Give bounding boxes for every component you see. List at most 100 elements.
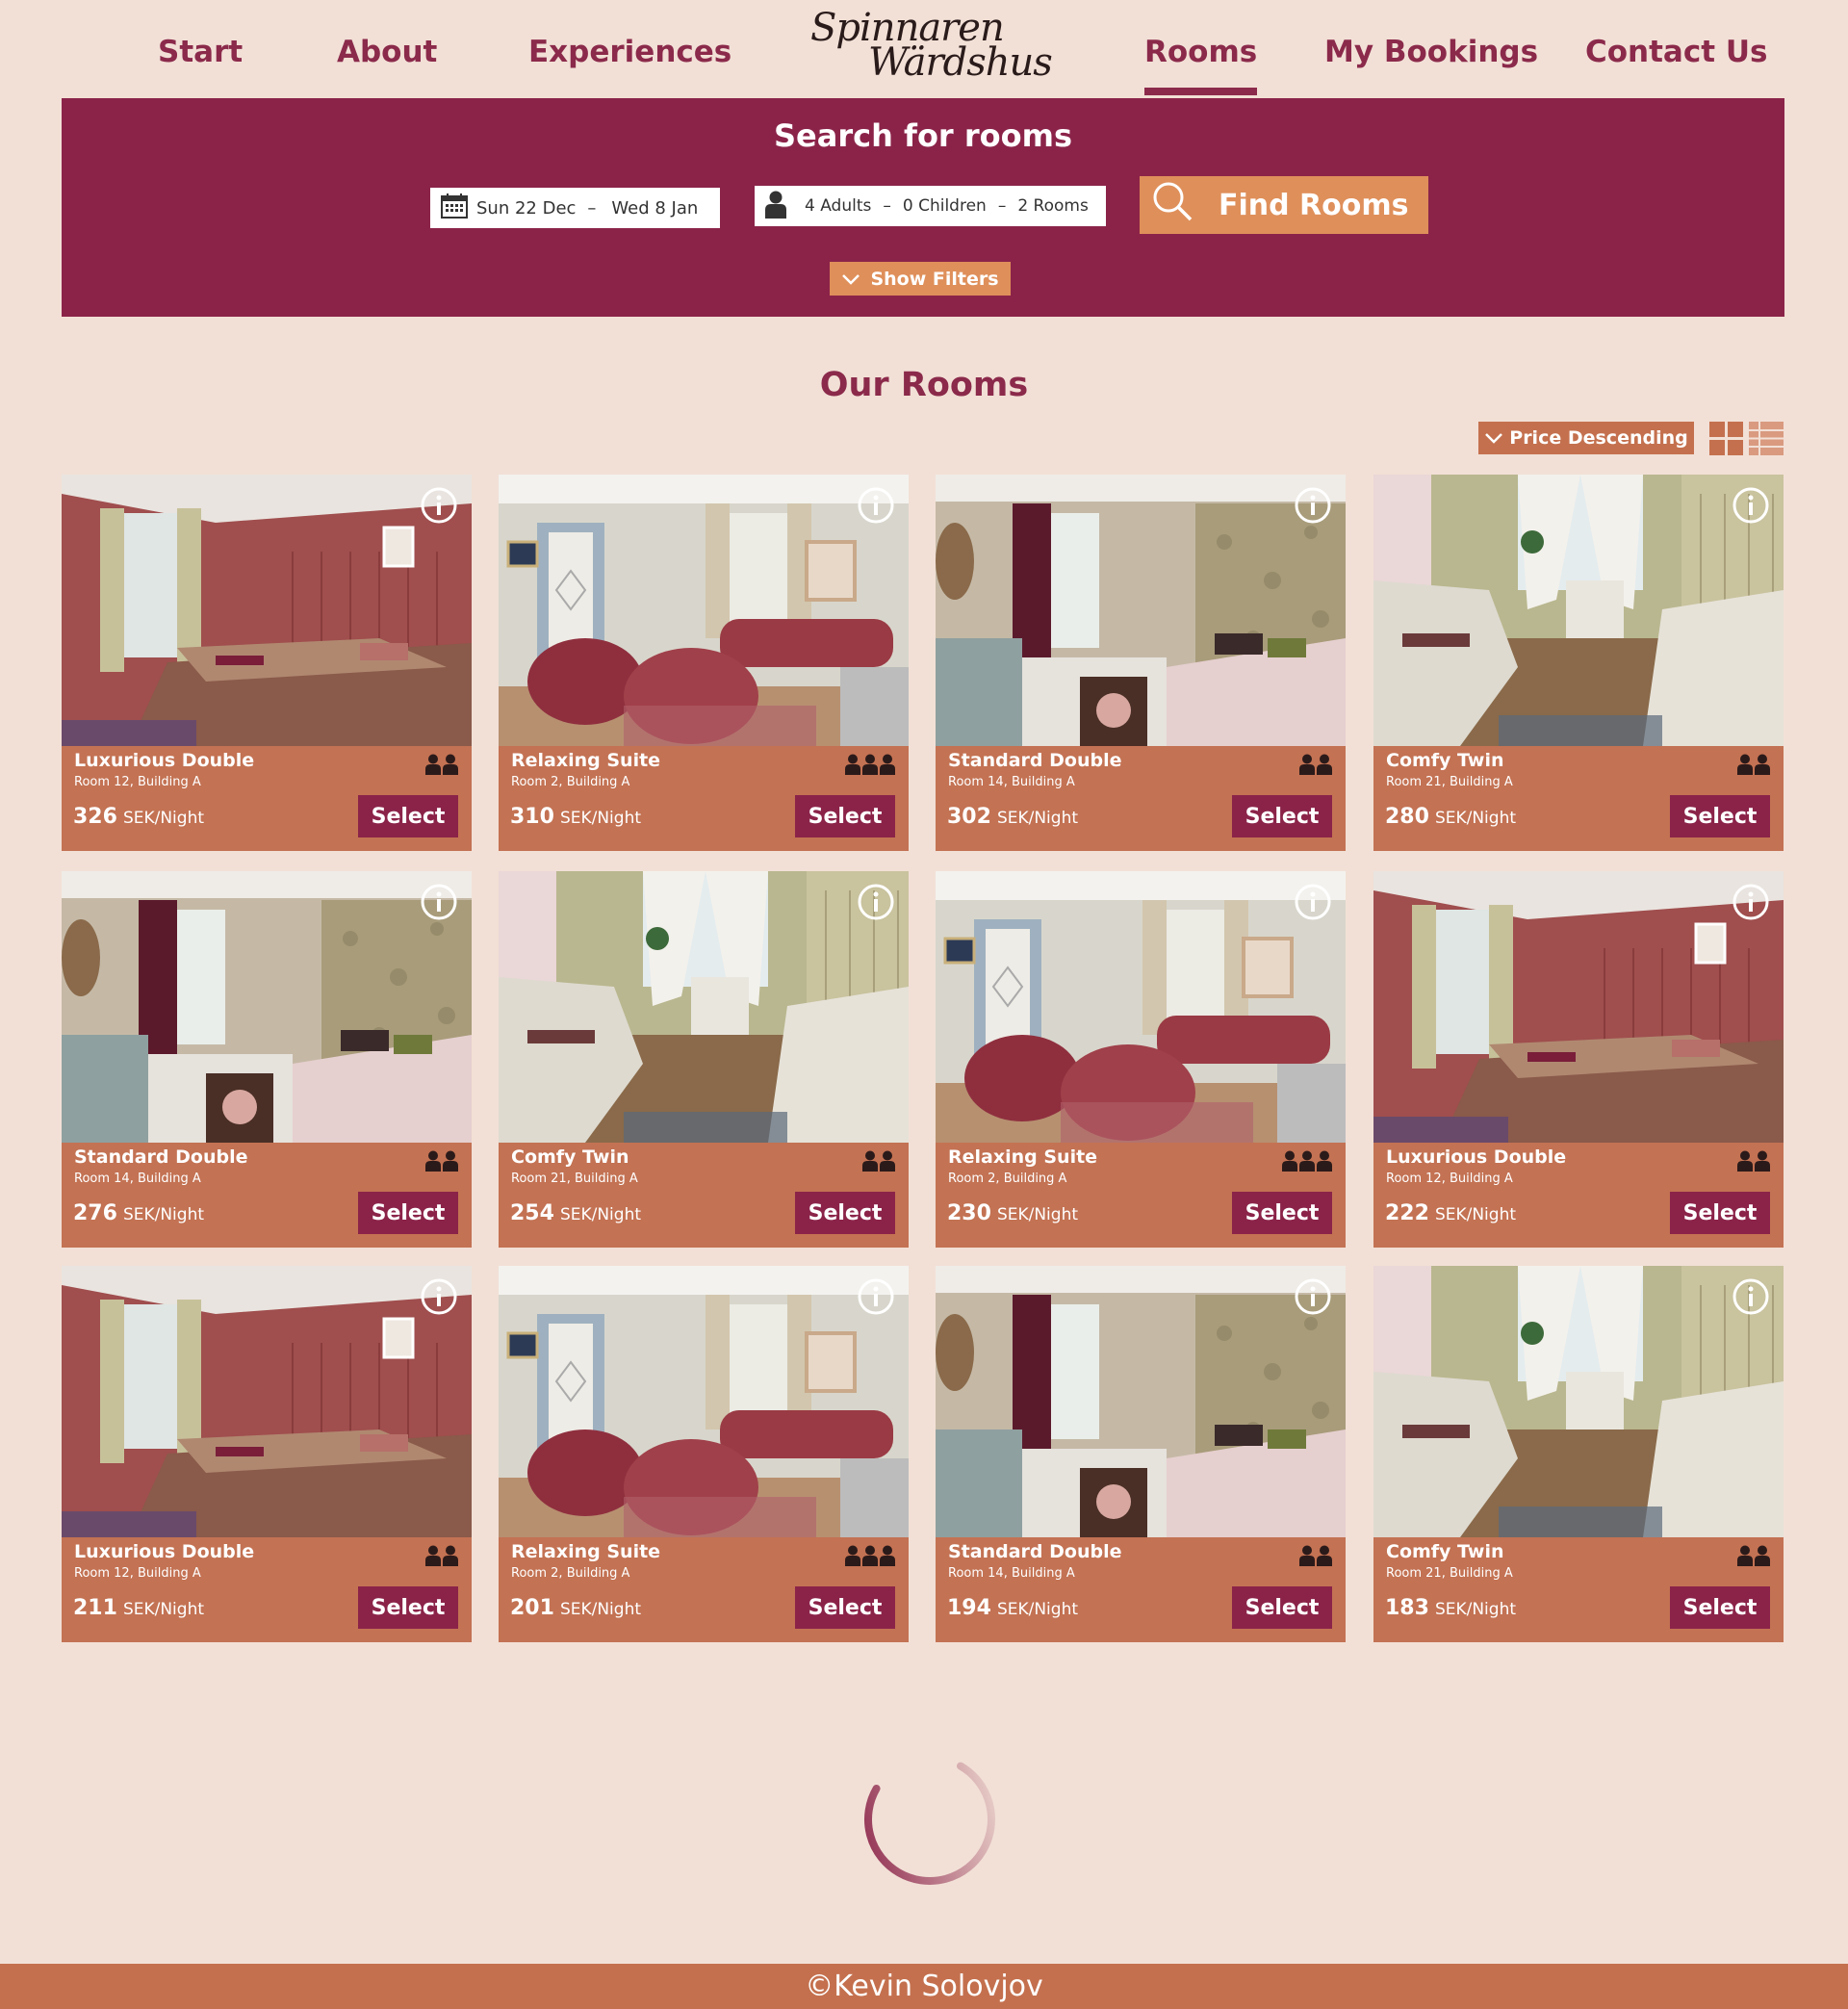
guest-icon: [845, 754, 860, 775]
guest-capacity: [424, 754, 458, 775]
info-icon[interactable]: [420, 486, 458, 525]
info-icon[interactable]: [857, 486, 895, 525]
room-card: Luxurious Double Room 12, Building A 222…: [1373, 871, 1784, 1248]
page-title: Our Rooms: [819, 366, 1029, 404]
room-photo[interactable]: [62, 1266, 472, 1537]
guest-icon: [1317, 754, 1332, 775]
select-room-button[interactable]: Select: [1232, 1586, 1332, 1629]
info-icon[interactable]: [857, 1277, 895, 1316]
info-icon[interactable]: [1294, 1277, 1332, 1316]
room-name: Comfy Twin: [1386, 750, 1504, 771]
list-view-icon[interactable]: [1749, 422, 1784, 455]
sort-dropdown[interactable]: Price Descending: [1478, 422, 1694, 454]
nav-rooms[interactable]: Rooms: [1144, 35, 1258, 95]
guest-capacity: [1297, 754, 1332, 775]
select-room-button[interactable]: Select: [358, 795, 458, 837]
grid-view-icon[interactable]: [1709, 422, 1743, 455]
select-room-button[interactable]: Select: [795, 1586, 895, 1629]
room-card: Relaxing Suite Room 2, Building A 201 SEK…: [499, 1266, 909, 1642]
room-card: Relaxing Suite Room 2, Building A 230 SEK…: [936, 871, 1346, 1248]
room-photo[interactable]: [936, 871, 1346, 1143]
select-room-button[interactable]: Select: [1232, 1192, 1332, 1234]
room-photo[interactable]: [1373, 871, 1784, 1143]
select-room-button[interactable]: Select: [1670, 1586, 1770, 1629]
room-photo[interactable]: [936, 475, 1346, 746]
price-unit: SEK/Night: [996, 809, 1079, 828]
guest-capacity: [843, 754, 895, 775]
guest-icon: [1282, 1150, 1297, 1172]
room-photo[interactable]: [1373, 475, 1784, 746]
guest-capacity: [1735, 1150, 1770, 1172]
nav-about[interactable]: About: [337, 35, 437, 69]
room-photo[interactable]: [62, 475, 472, 746]
guest-icon: [443, 1545, 458, 1566]
guest-icon: [862, 1150, 878, 1172]
room-card: Comfy Twin Room 21, Building A 280 SEK/Ni…: [1373, 475, 1784, 851]
nav-start[interactable]: Start: [158, 35, 243, 69]
select-room-button[interactable]: Select: [795, 795, 895, 837]
guest-icon: [862, 754, 878, 775]
info-icon[interactable]: [1294, 883, 1332, 921]
price-unit: SEK/Night: [122, 1600, 205, 1619]
select-room-button[interactable]: Select: [358, 1586, 458, 1629]
chevron-down-icon: [1484, 427, 1509, 449]
nav-experiences[interactable]: Experiences: [528, 35, 732, 69]
room-location: Room 12, Building A: [74, 1566, 201, 1581]
room-name: Relaxing Suite: [948, 1146, 1098, 1168]
select-room-button[interactable]: Select: [795, 1192, 895, 1234]
guests-separator-1: –: [883, 196, 891, 216]
room-price: 326 SEK/Night: [73, 805, 204, 829]
guest-icon: [443, 754, 458, 775]
children-count: 0 Children: [902, 196, 987, 216]
room-photo[interactable]: [499, 475, 909, 746]
logo[interactable]: Spinnaren Wärdshus: [810, 6, 1053, 87]
nav-contact-us[interactable]: Contact Us: [1585, 35, 1767, 69]
top-navigation: Start About Experiences Spinnaren Wärdsh…: [0, 0, 1848, 98]
select-room-button[interactable]: Select: [358, 1192, 458, 1234]
room-card: Luxurious Double Room 12, Building A 326…: [62, 475, 472, 851]
guests-separator-2: –: [997, 196, 1007, 216]
info-icon[interactable]: [857, 883, 895, 921]
room-price: 310 SEK/Night: [510, 805, 641, 829]
guest-icon: [425, 1545, 441, 1566]
guests-field[interactable]: 4 Adults – 0 Children – 2 Rooms: [755, 186, 1106, 226]
info-icon[interactable]: [1732, 1277, 1770, 1316]
info-icon[interactable]: [1294, 486, 1332, 525]
rooms-count: 2 Rooms: [1017, 196, 1089, 216]
room-card: Luxurious Double Room 12, Building A 211…: [62, 1266, 472, 1642]
show-filters-button[interactable]: Show Filters: [830, 262, 1011, 296]
guest-capacity: [843, 1545, 895, 1566]
search-icon: [1140, 180, 1219, 230]
info-icon[interactable]: [1732, 486, 1770, 525]
price-unit: SEK/Night: [122, 809, 205, 828]
room-name: Luxurious Double: [1386, 1146, 1567, 1168]
room-price: 254 SEK/Night: [510, 1201, 641, 1225]
chevron-down-icon: [841, 269, 870, 290]
room-name: Standard Double: [948, 1541, 1122, 1562]
room-photo[interactable]: [1373, 1266, 1784, 1537]
price-unit: SEK/Night: [559, 809, 642, 828]
find-rooms-button[interactable]: Find Rooms: [1140, 176, 1428, 234]
select-room-button[interactable]: Select: [1232, 795, 1332, 837]
info-icon[interactable]: [1732, 883, 1770, 921]
room-photo[interactable]: [62, 871, 472, 1143]
guest-icon: [845, 1545, 860, 1566]
date-range-field[interactable]: Sun 22 Dec – Wed 8 Jan: [430, 188, 720, 228]
room-name: Comfy Twin: [511, 1146, 629, 1168]
room-price: 194 SEK/Night: [947, 1596, 1078, 1620]
select-room-button[interactable]: Select: [1670, 1192, 1770, 1234]
guest-icon: [880, 1150, 895, 1172]
info-icon[interactable]: [420, 1277, 458, 1316]
logo-line-2: Wärdshus: [868, 40, 1053, 85]
guest-capacity: [1280, 1150, 1332, 1172]
room-name: Comfy Twin: [1386, 1541, 1504, 1562]
room-location: Room 21, Building A: [1386, 1566, 1513, 1581]
room-photo[interactable]: [936, 1266, 1346, 1537]
room-card: Standard Double Room 14, Building A 276 S…: [62, 871, 472, 1248]
room-photo[interactable]: [499, 1266, 909, 1537]
room-photo[interactable]: [499, 871, 909, 1143]
info-icon[interactable]: [420, 883, 458, 921]
room-price: 222 SEK/Night: [1385, 1201, 1516, 1225]
select-room-button[interactable]: Select: [1670, 795, 1770, 837]
nav-my-bookings[interactable]: My Bookings: [1324, 35, 1538, 69]
